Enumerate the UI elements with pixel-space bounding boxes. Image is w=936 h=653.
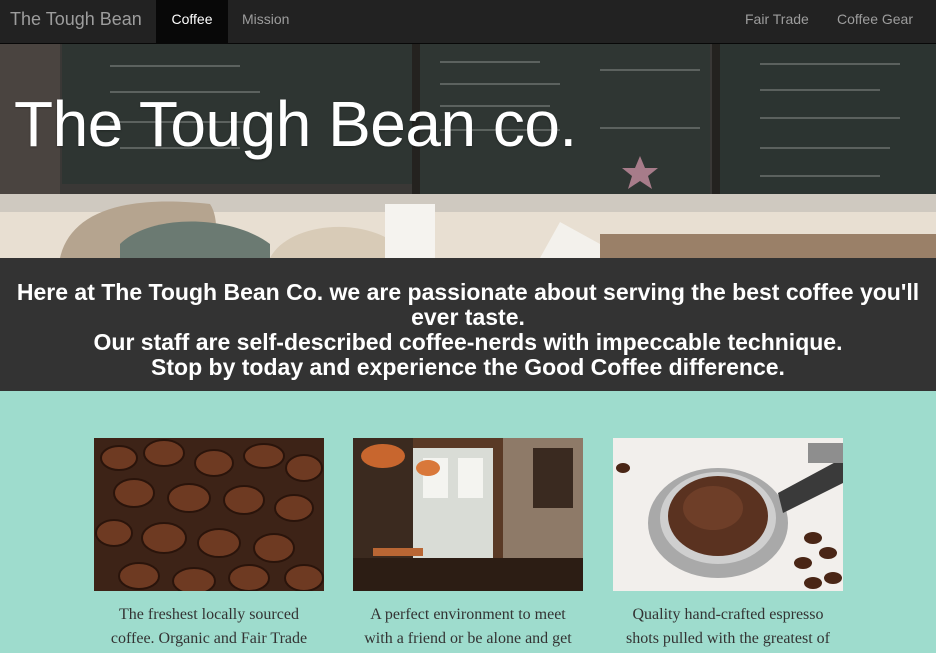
cafe-interior-photo: [353, 438, 583, 591]
feature-caption: A perfect environment to meet with a fri…: [364, 606, 572, 647]
feature-caption: The freshest locally sourced coffee. Org…: [110, 606, 308, 647]
brand-link[interactable]: The Tough Bean: [10, 9, 142, 30]
espresso-portafilter-photo: [613, 438, 843, 591]
nav-item-coffee-gear-dropdown[interactable]: Coffee Gear: [822, 0, 936, 61]
feature-card: The freshest locally sourced coffee. Org…: [94, 438, 324, 651]
feature-card: Quality hand-crafted espresso shots pull…: [613, 438, 843, 651]
intro-band: Here at The Tough Bean Co. we are passio…: [0, 258, 936, 391]
feature-caption: Quality hand-crafted espresso shots pull…: [626, 606, 830, 647]
coffee-beans-photo: [94, 438, 324, 591]
navbar: The Tough Bean Coffee Mission Fair Trade…: [0, 0, 936, 61]
feature-card: A perfect environment to meet with a fri…: [353, 438, 583, 651]
nav-item-coffee-gear-label: Coffee Gear: [837, 11, 914, 27]
hero-title: The Tough Bean co.: [14, 88, 577, 160]
nav-item-coffee[interactable]: Coffee: [156, 0, 228, 44]
nav-item-fair-trade[interactable]: Fair Trade: [730, 0, 824, 44]
intro-line-1: Here at The Tough Bean Co. we are passio…: [16, 279, 920, 330]
intro-line-3: Stop by today and experience the Good Co…: [151, 354, 785, 380]
hero-banner: The Tough Bean co.: [0, 44, 936, 258]
intro-line-2: Our staff are self-described coffee-nerd…: [93, 329, 843, 355]
nav-item-mission[interactable]: Mission: [227, 0, 304, 44]
